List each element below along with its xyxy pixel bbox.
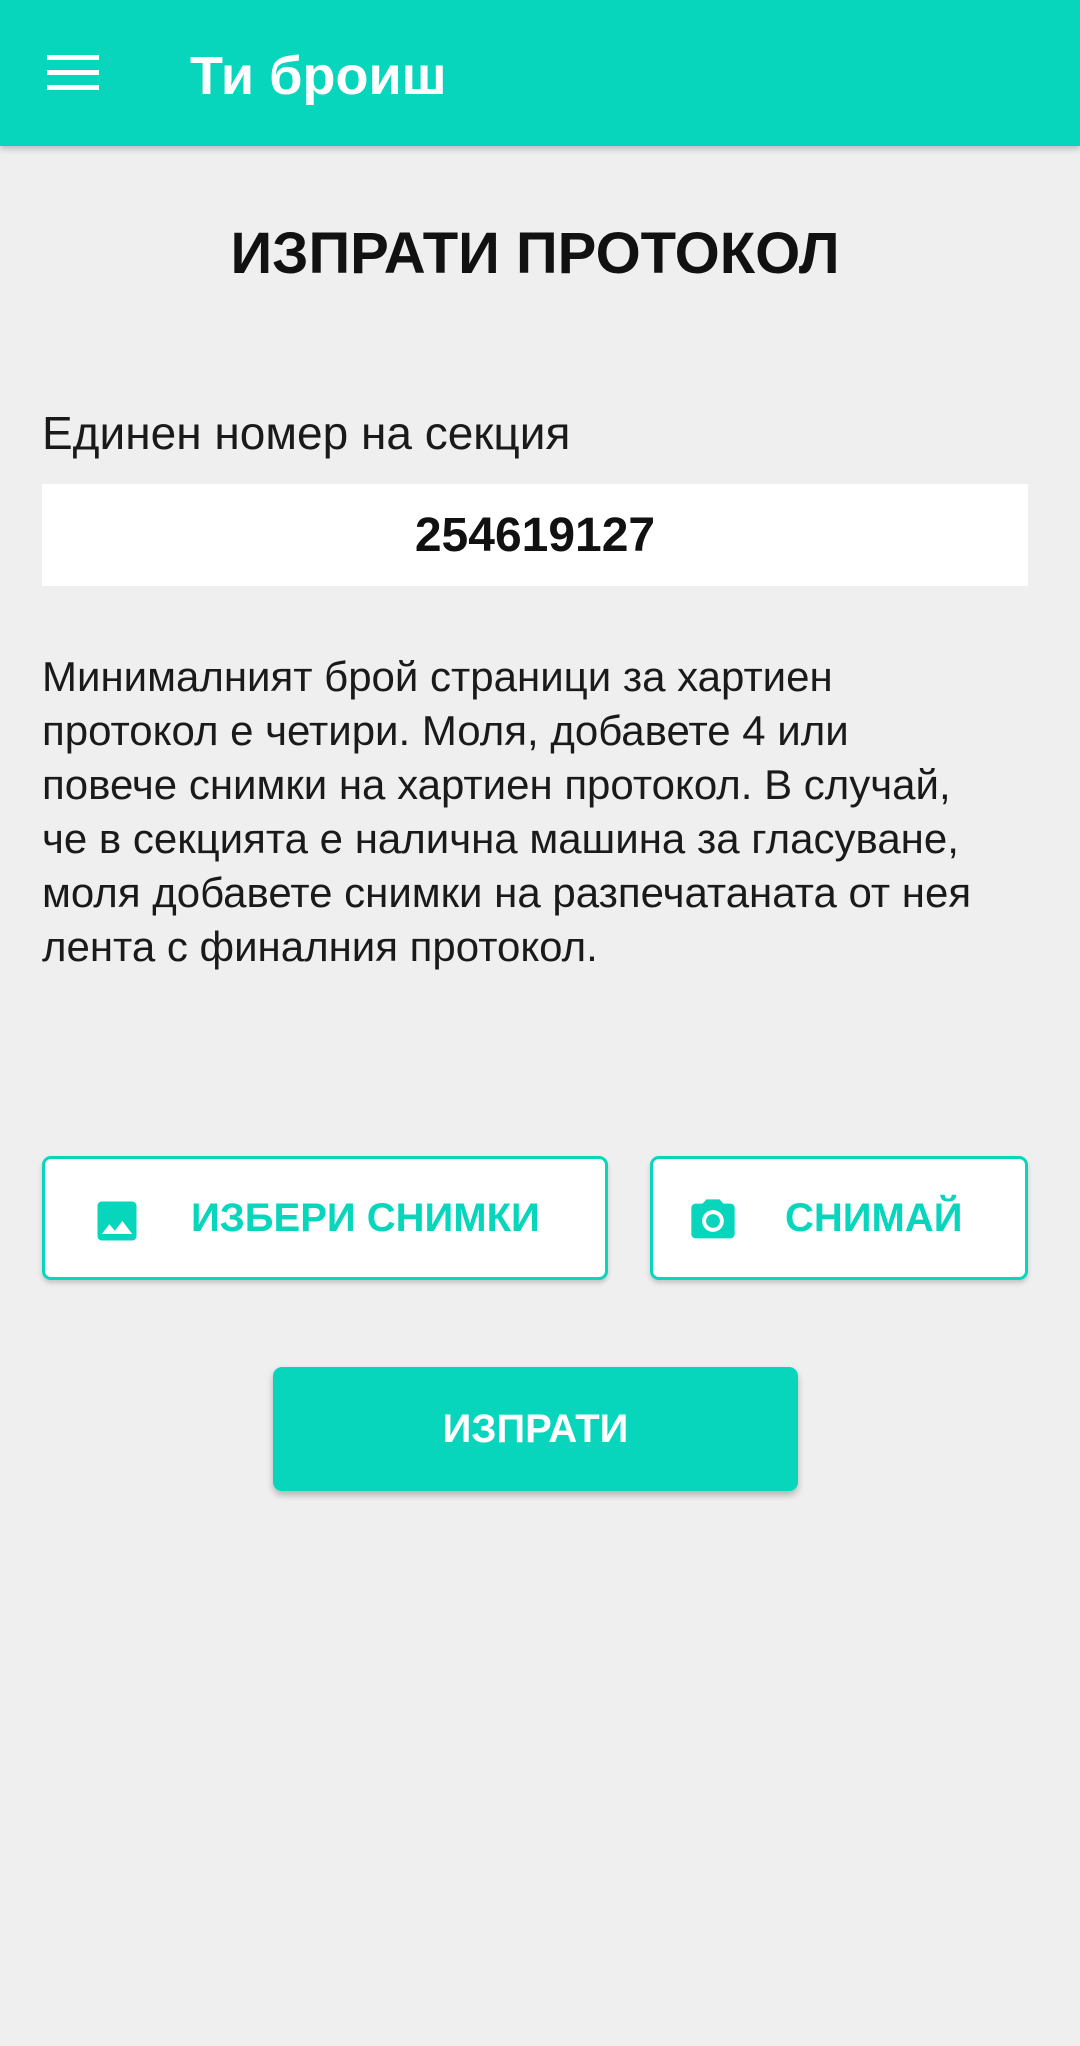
take-photo-button[interactable]: СНИМАЙ [650,1156,1028,1280]
send-button[interactable]: ИЗПРАТИ [273,1367,798,1491]
app-bar: Ти броиш [0,0,1080,146]
page-title: ИЗПРАТИ ПРОТОКОЛ [230,221,840,286]
camera-icon [691,1199,735,1239]
hamburger-menu-icon [47,55,99,90]
menu-button[interactable] [28,33,118,113]
take-photo-label: СНИМАЙ [785,1195,963,1240]
image-icon [97,1201,137,1241]
choose-photos-label: ИЗБЕРИ СНИМКИ [191,1195,540,1240]
instructions-text: Минималният брой страници за хартиен про… [42,653,972,970]
choose-photos-button[interactable]: ИЗБЕРИ СНИМКИ [42,1156,608,1280]
section-number-label: Единен номер на секция [42,407,571,459]
section-number-field: 254619127 [42,484,1028,586]
app-title: Ти броиш [190,46,447,106]
send-button-label: ИЗПРАТИ [442,1406,629,1451]
